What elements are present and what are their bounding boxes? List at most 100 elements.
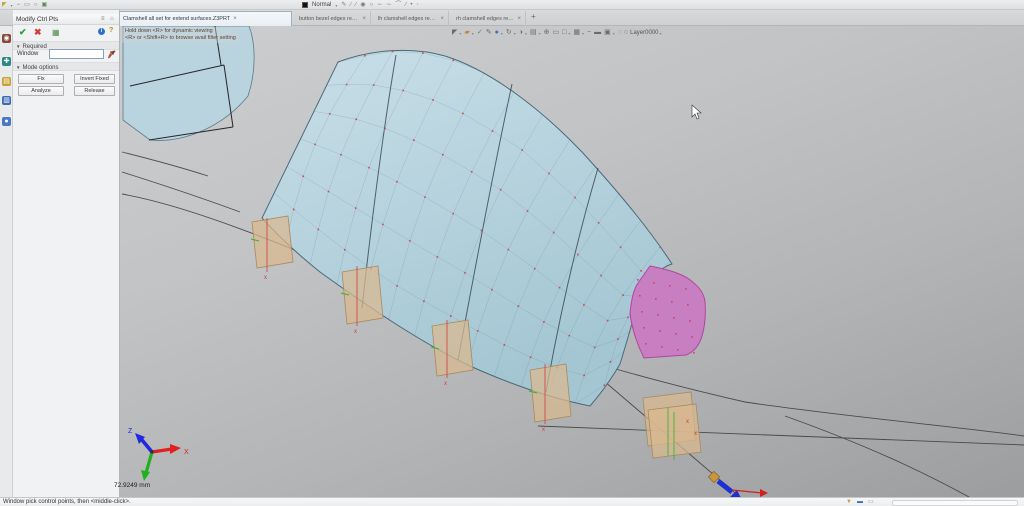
window-input[interactable] [49, 49, 104, 59]
cancel-x-icon[interactable]: ✖ [34, 27, 42, 38]
monitor-status-icon[interactable]: ▭ [868, 499, 874, 506]
ok-check-icon[interactable]: ✔ [19, 27, 27, 38]
svg-text:x: x [686, 419, 689, 425]
minus-icon[interactable]: − [17, 2, 21, 8]
analyze-button[interactable]: Analyze [18, 86, 64, 96]
filter-status-icon[interactable]: ▼ [846, 499, 852, 506]
dropdown-caret-icon[interactable]: ▾ [525, 31, 527, 36]
layer-label: Layer0000 [630, 30, 658, 36]
view-navigate-icon[interactable]: ◉ [2, 34, 11, 43]
circle-center-icon[interactable]: ◉ [360, 2, 365, 8]
layers-view-icon[interactable]: ▦ [573, 29, 580, 37]
line-color-swatch[interactable] [302, 2, 308, 8]
manager-folder-icon[interactable]: ▤ [2, 77, 11, 86]
menu-icon[interactable]: ≡ [101, 16, 105, 22]
line2-icon[interactable]: ∕ [355, 2, 356, 8]
layer-info-icon[interactable]: ◌ [618, 29, 622, 37]
picker-eyedropper-icon[interactable] [108, 50, 116, 59]
spline-icon[interactable]: ∼ [377, 2, 382, 8]
close-icon[interactable]: × [362, 16, 366, 22]
svg-text:x: x [264, 275, 267, 281]
new-tab-button[interactable]: + [531, 12, 536, 21]
tab-label: lh clamshell edges removed.Z3PRT [378, 16, 437, 22]
segment-icon[interactable]: ∕ [405, 2, 406, 8]
layer-circle-icon[interactable]: ○ [624, 29, 628, 37]
status-input-area[interactable] [892, 500, 1018, 506]
curve-icon[interactable]: ∼ [386, 2, 391, 8]
dropdown-caret-icon[interactable]: ▾ [613, 31, 615, 36]
window-field-label: Window [17, 51, 38, 57]
end-cap-surface[interactable] [630, 266, 705, 358]
clipboard-icon[interactable]: ▤ [530, 29, 537, 37]
dropdown-caret-icon[interactable]: ▾ [501, 31, 503, 36]
monitor-icon[interactable]: ▬ [594, 29, 601, 37]
tab-lh-clamshell[interactable]: lh clamshell edges removed.Z3PRT × [374, 11, 449, 26]
rotate-view-icon[interactable]: ↻ [506, 29, 512, 37]
line-style-select[interactable]: Normal [312, 2, 331, 8]
role-user-icon[interactable]: ● [2, 117, 11, 126]
modify-ctrl-pts-panel: Modify Ctrl Pts ≡ ⌂ ✔ ✖ ▦ i ? ▼Required … [13, 10, 120, 497]
info-icon[interactable]: i [98, 28, 105, 35]
dropdown-caret-icon[interactable]: ▾ [582, 31, 584, 36]
fix-button[interactable]: Fix [18, 74, 64, 84]
datum-arrows[interactable] [708, 471, 768, 497]
render-mode-icon[interactable]: ◑ [519, 29, 523, 37]
circle-tool-icon[interactable]: ○ [34, 2, 38, 8]
point-icon[interactable]: • [410, 2, 412, 8]
panel-toolbar: ✔ ✖ ▦ i ? [13, 25, 119, 39]
check-icon[interactable]: ✓ [477, 29, 483, 37]
point2-icon[interactable]: ◦ [417, 2, 419, 8]
stamp-icon[interactable]: ▣ [41, 2, 47, 8]
pencil-icon[interactable]: ✎ [341, 2, 346, 8]
dropdown-caret-icon[interactable]: ▾ [459, 31, 461, 36]
dropdown-caret-icon[interactable]: ▾ [539, 31, 541, 36]
panel-title-bar[interactable]: Modify Ctrl Pts ≡ ⌂ [13, 14, 119, 25]
invert-fixed-button[interactable]: Invert Fixed [74, 74, 115, 84]
face-style-icon[interactable]: ▰ [464, 29, 469, 37]
chevron-down-icon[interactable]: ▾ [659, 31, 661, 36]
surface-fragment[interactable] [123, 26, 254, 140]
status-bar: Window pick control points, then <middle… [0, 497, 1024, 506]
svg-text:x: x [694, 431, 697, 437]
display-status-icon[interactable]: ▬ [857, 499, 863, 506]
close-icon[interactable]: × [233, 16, 237, 22]
dropdown-caret-icon[interactable]: ▾ [514, 31, 516, 36]
svg-text:x: x [354, 329, 357, 335]
tab-button-bezel[interactable]: button bezel edges removed.Z3PRT × [295, 11, 371, 26]
circle-icon[interactable]: ○ [370, 2, 374, 8]
close-icon[interactable]: × [517, 16, 521, 22]
release-button[interactable]: Release [74, 86, 115, 96]
tab-clamshell-all-set[interactable]: Clamshell all set for extend surfaces.Z3… [118, 11, 292, 26]
minus-icon[interactable]: − [587, 29, 591, 37]
status-message: Window pick control points, then <middle… [3, 499, 131, 505]
dropdown-caret-icon[interactable]: ▾ [568, 31, 570, 36]
axis-x-label: X [184, 449, 189, 456]
panel-view-icon[interactable]: □ [562, 29, 566, 37]
assembly-icon[interactable]: ▥ [2, 96, 11, 105]
shade-sphere-icon[interactable]: ● [495, 29, 499, 37]
window-select-icon[interactable]: ▭ [552, 29, 559, 37]
tab-label: Clamshell all set for extend surfaces.Z3… [123, 16, 230, 22]
line-icon[interactable]: ∕ [350, 2, 351, 8]
tab-rh-clamshell[interactable]: rh clamshell edges removed.Z3PRT × [452, 11, 526, 26]
pick-filter-icon[interactable]: ◤ [452, 29, 457, 37]
pin-icon[interactable]: ⌂ [110, 16, 114, 22]
close-icon[interactable]: × [440, 16, 444, 22]
screen-icon[interactable]: ▣ [604, 29, 611, 37]
mouse-cursor [692, 105, 701, 119]
dropdown-caret-icon[interactable]: ▾ [11, 3, 13, 8]
hint-line-1: Hold down <R> for dynamic viewing [125, 28, 236, 35]
apply-grid-icon[interactable]: ▦ [52, 28, 60, 37]
select-pointer-icon[interactable]: ◤ [2, 2, 7, 8]
arc-icon[interactable]: ⌒ [395, 2, 401, 8]
dropdown-caret-icon[interactable]: ▾ [472, 31, 474, 36]
graphics-viewport[interactable]: x x x x x x [120, 26, 1024, 497]
help-icon[interactable]: ? [109, 27, 113, 34]
sheet-icon[interactable]: ▭ [24, 2, 30, 8]
section-mode-options[interactable]: ▼Mode options [13, 62, 119, 71]
layer-dropdown[interactable]: ◌○Layer0000▾ [618, 29, 662, 37]
line-style-caret-icon[interactable]: ▾ [335, 3, 337, 8]
target-icon[interactable]: ⊕ [544, 29, 550, 37]
history-tree-icon[interactable]: ✚ [2, 57, 11, 66]
pencil-icon[interactable]: ✎ [486, 29, 492, 37]
